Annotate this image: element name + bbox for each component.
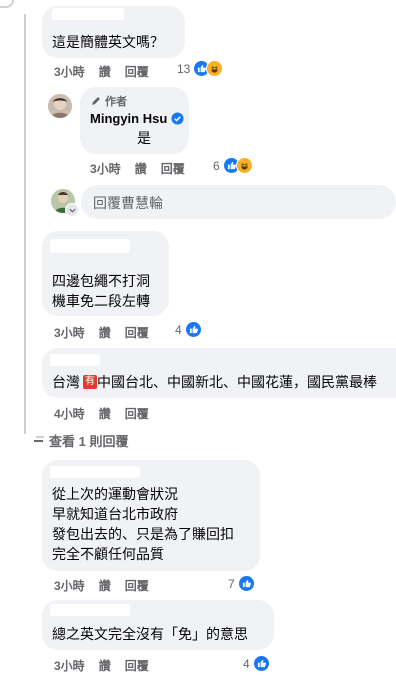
- like-button[interactable]: 讚: [99, 657, 111, 674]
- comment-text: 這是簡體英文嗎？: [52, 34, 164, 50]
- reaction-count[interactable]: 6: [213, 157, 253, 174]
- flag-emoji-icon: 有: [83, 375, 97, 389]
- comment-time[interactable]: 3小時: [90, 160, 121, 177]
- comment-actions: 4小時 讚 回覆: [54, 405, 149, 422]
- like-reaction-icon: [237, 575, 255, 592]
- comment-bubble: 作者 Mingyin Hsu 是: [80, 87, 189, 154]
- pencil-icon: [92, 97, 100, 105]
- reply-button[interactable]: 回覆: [125, 63, 149, 80]
- comment-time[interactable]: 3小時: [54, 324, 85, 341]
- comment-bubble: 總之英文完全沒有「免」的意思: [42, 600, 274, 650]
- comment-actions: 3小時 讚 回覆: [54, 577, 149, 594]
- haha-reaction-icon: [235, 157, 253, 174]
- comment-time[interactable]: 3小時: [54, 63, 85, 80]
- reaction-count[interactable]: 4: [175, 321, 202, 338]
- comment-bubble: 從上次的運動會狀況 早就知道台北市政府 發包出去的、只是為了賺回扣 完全不顧任何…: [42, 460, 260, 571]
- comment-text: 四邊包繩不打洞 機車免二段左轉: [52, 273, 150, 309]
- author-name-redacted: [52, 8, 124, 20]
- author-name[interactable]: Mingyin Hsu: [90, 111, 167, 126]
- thread-line: [24, 14, 26, 434]
- author-badge: 作者: [90, 93, 127, 109]
- reply-button[interactable]: 回覆: [161, 160, 185, 177]
- thread-line-top: [0, 0, 14, 8]
- reaction-count[interactable]: 4: [243, 655, 270, 672]
- like-button[interactable]: 讚: [99, 63, 111, 80]
- author-name-redacted: [50, 354, 100, 366]
- verified-icon: [171, 112, 184, 125]
- comment-text: 從上次的運動會狀況 早就知道台北市政府 發包出去的、只是為了賺回扣 完全不顧任何…: [52, 486, 234, 562]
- comment-text-end: 中國台北、中國新北、中國花蓮，國民黨最棒: [97, 374, 377, 390]
- comment-text: 總之英文完全沒有「免」的意思: [52, 626, 248, 642]
- reply-button[interactable]: 回覆: [125, 405, 149, 422]
- like-button[interactable]: 讚: [99, 324, 111, 341]
- like-button[interactable]: 讚: [135, 160, 147, 177]
- like-reaction-icon: [252, 655, 270, 672]
- comment-time[interactable]: 3小時: [54, 577, 85, 594]
- comment-text-start: 台灣: [52, 374, 80, 390]
- reply-button[interactable]: 回覆: [125, 657, 149, 674]
- reaction-count[interactable]: 7: [228, 575, 255, 592]
- comment-actions: 3小時 讚 回覆: [54, 657, 149, 674]
- reaction-count[interactable]: 13: [177, 60, 224, 77]
- author-name-redacted: [50, 239, 130, 253]
- like-reaction-icon: [184, 321, 202, 338]
- comment-actions: 3小時 讚 回覆: [90, 160, 185, 177]
- comment-time[interactable]: 4小時: [54, 405, 85, 422]
- comment-time[interactable]: 3小時: [54, 657, 85, 674]
- reply-button[interactable]: 回覆: [125, 324, 149, 341]
- comment-actions: 3小時 讚 回覆: [54, 324, 149, 341]
- reply-input[interactable]: 回覆曹慧輪: [81, 185, 396, 219]
- connector-line: [34, 439, 43, 442]
- like-button[interactable]: 讚: [99, 405, 111, 422]
- author-avatar[interactable]: [48, 94, 72, 118]
- author-name-redacted: [50, 466, 140, 478]
- comment-text: 是: [137, 130, 151, 146]
- author-name-redacted: [50, 604, 130, 616]
- like-button[interactable]: 讚: [99, 577, 111, 594]
- reply-button[interactable]: 回覆: [125, 577, 149, 594]
- comment-actions: 3小時 讚 回覆: [54, 63, 149, 80]
- chevron-down-icon[interactable]: [65, 203, 79, 217]
- view-replies-link[interactable]: 查看 1 則回覆: [34, 431, 128, 450]
- haha-reaction-icon: [206, 60, 224, 77]
- reply-input-placeholder: 回覆曹慧輪: [93, 195, 163, 211]
- comment-bubble: 台灣 有 中國台北、中國新北、中國花蓮，國民黨最棒: [42, 348, 396, 398]
- comment-bubble: 這是簡體英文嗎？: [42, 6, 185, 58]
- comment-bubble: 四邊包繩不打洞 機車免二段左轉: [42, 231, 169, 316]
